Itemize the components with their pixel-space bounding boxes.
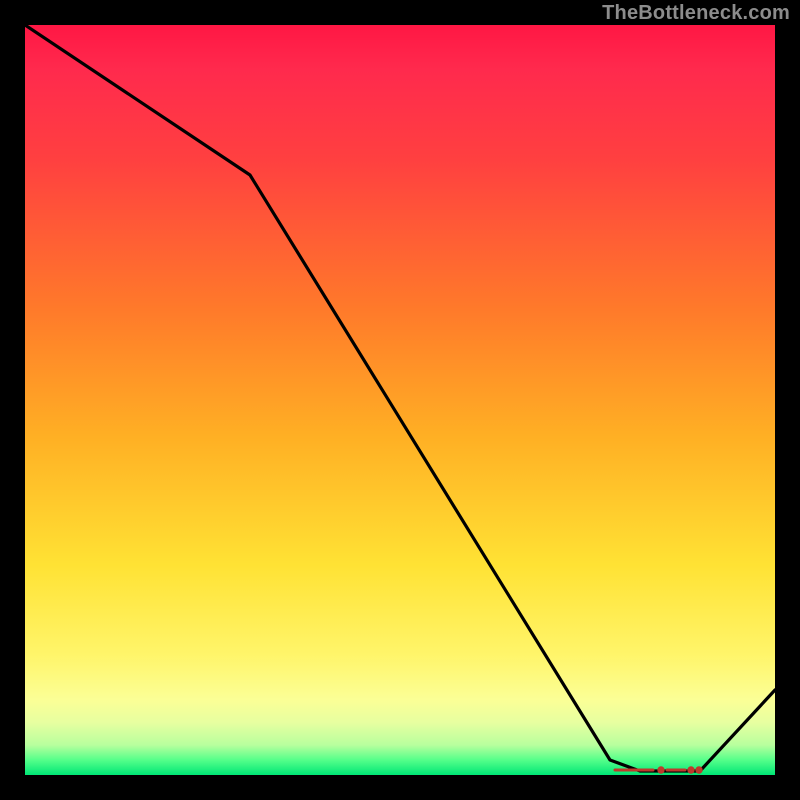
optimal-range-markers (615, 768, 701, 772)
bottleneck-curve (25, 25, 775, 771)
plot-area (25, 25, 775, 775)
chart-frame: TheBottleneck.com (0, 0, 800, 800)
chart-overlay (25, 25, 775, 775)
watermark-text: TheBottleneck.com (602, 2, 790, 25)
